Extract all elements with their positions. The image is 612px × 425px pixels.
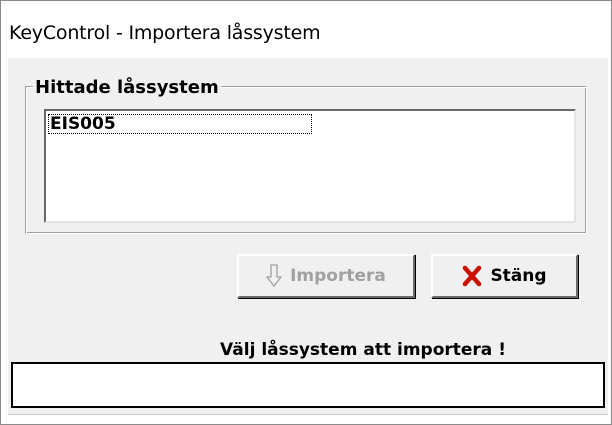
lock-systems-listbox[interactable]: EIS005 <box>44 109 576 223</box>
status-field <box>11 362 605 408</box>
status-message: Välj låssystem att importera ! <box>220 340 506 360</box>
import-button[interactable]: Importera <box>237 254 415 298</box>
close-button[interactable]: Stäng <box>431 254 578 298</box>
window-title: KeyControl - Importera låssystem <box>9 22 321 44</box>
import-button-label: Importera <box>290 266 386 286</box>
title-bar[interactable]: KeyControl - Importera låssystem <box>1 1 611 59</box>
red-x-icon <box>462 265 482 287</box>
close-button-label: Stäng <box>490 266 547 286</box>
lock-systems-group-label: Hittade låssystem <box>33 77 221 98</box>
lock-system-item[interactable]: EIS005 <box>48 114 312 134</box>
arrow-down-icon <box>266 264 283 288</box>
dialog-bottom-edge <box>8 414 608 415</box>
